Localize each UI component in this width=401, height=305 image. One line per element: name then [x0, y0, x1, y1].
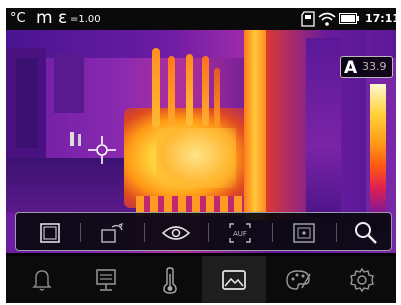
nav-gallery[interactable]: [202, 256, 266, 303]
thermal-blob: [168, 56, 175, 126]
autofocus-icon: AUF: [228, 222, 251, 243]
thermal-blob: [70, 132, 74, 146]
camera-rotate-icon: [100, 222, 123, 243]
camera-screen: A 33.9 °C m ε =1.00 17:11: [6, 8, 396, 303]
measurement-value: 33.9: [362, 60, 387, 73]
monitor-icon: [96, 268, 116, 291]
thermal-blob: [214, 68, 220, 128]
quick-toolbar: AUF: [15, 212, 392, 251]
sd-card-icon: [301, 11, 315, 27]
emissivity-symbol: ε: [58, 8, 68, 28]
eye-icon: [161, 225, 190, 240]
thermal-blob: [202, 56, 209, 126]
thermal-blob: [6, 158, 136, 213]
bell-icon: [32, 269, 52, 291]
measurement-box[interactable]: A 33.9: [340, 56, 393, 78]
thermal-blob: [152, 48, 160, 128]
settings-icon: [350, 267, 374, 292]
separator: [336, 223, 337, 242]
thermal-blob: [244, 30, 266, 220]
clock: 17:11: [365, 12, 396, 25]
distance-unit: m: [36, 8, 53, 28]
crosshair-icon: [88, 136, 116, 164]
image-fusion-button[interactable]: [276, 213, 331, 252]
palette-icon: [286, 269, 311, 290]
separator: [208, 223, 209, 242]
nav-display[interactable]: [74, 256, 138, 303]
measurement-mode: A: [344, 58, 358, 78]
camera-rotate-button[interactable]: [84, 213, 139, 252]
search-icon: [354, 221, 377, 244]
autofocus-button[interactable]: AUF: [212, 213, 267, 252]
area-select-icon: [39, 222, 60, 243]
nav-alarm[interactable]: [10, 256, 74, 303]
eye-button[interactable]: [148, 213, 203, 252]
nav-measure[interactable]: [138, 256, 202, 303]
nav-settings[interactable]: [330, 256, 394, 303]
wifi-icon: [318, 12, 336, 26]
nav-palette[interactable]: [266, 256, 330, 303]
thermal-blob: [54, 53, 84, 113]
separator: [272, 223, 273, 242]
thermal-blob: [16, 58, 38, 148]
status-bar: °C m ε =1.00 17:11: [6, 8, 396, 30]
separator: [144, 223, 145, 242]
search-button[interactable]: [338, 213, 393, 252]
thermal-blob: [156, 128, 236, 188]
separator: [80, 223, 81, 242]
palette-scale: [370, 84, 386, 232]
thermal-blob: [186, 54, 193, 126]
gallery-icon: [222, 269, 246, 290]
bottom-nav: [6, 256, 396, 303]
autofocus-label: AUF: [233, 230, 247, 238]
image-fusion-icon: [292, 222, 315, 243]
thermal-blob: [78, 134, 81, 146]
thermal-blob: [306, 38, 341, 218]
area-select-button[interactable]: [22, 213, 77, 252]
battery-icon: [339, 13, 359, 24]
thermometer-icon: [163, 266, 177, 294]
emissivity-value: =1.00: [70, 14, 101, 25]
temperature-unit: °C: [10, 11, 26, 26]
